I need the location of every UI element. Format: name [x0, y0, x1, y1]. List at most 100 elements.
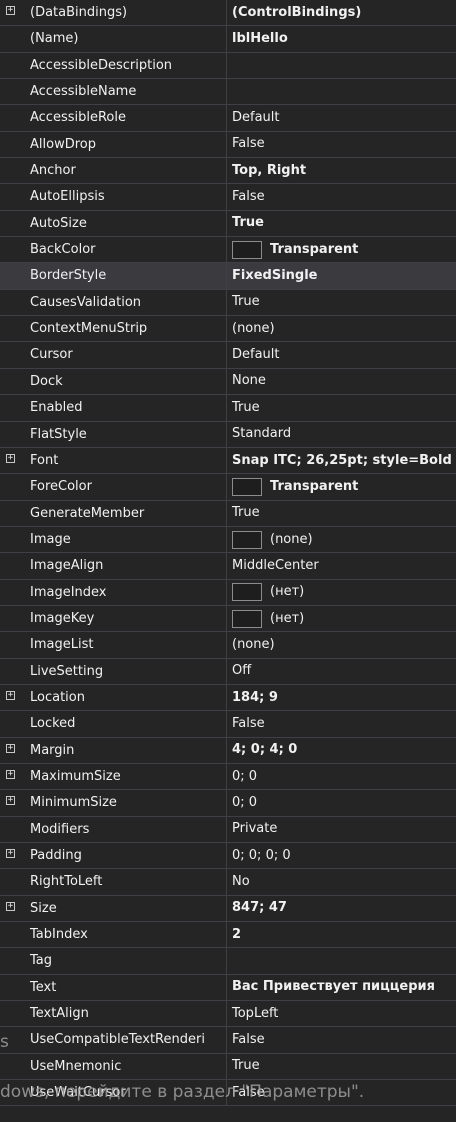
property-value[interactable]: (ControlBindings) [227, 0, 456, 25]
property-row-imagekey[interactable]: ImageKey (нет) [0, 605, 456, 633]
property-row-accessiblerole[interactable]: AccessibleRole Default [0, 105, 456, 132]
property-row-maximumsize[interactable]: + MaximumSize 0; 0 [0, 763, 456, 791]
property-value[interactable]: False [227, 184, 456, 209]
property-row-livesetting[interactable]: LiveSetting Off [0, 658, 456, 685]
expand-plus-icon[interactable]: + [6, 6, 15, 15]
property-value[interactable]: Default [227, 105, 456, 130]
property-row-anchor[interactable]: Anchor Top, Right [0, 158, 456, 185]
property-row-borderstyle[interactable]: BorderStyle FixedSingle [0, 263, 456, 290]
property-value[interactable]: False [227, 132, 456, 157]
property-row-tabindex[interactable]: TabIndex 2 [0, 922, 456, 949]
property-row-forecolor[interactable]: ForeColor Transparent [0, 474, 456, 501]
color-swatch-icon [232, 240, 262, 259]
property-value[interactable]: 4; 0; 4; 0 [227, 738, 456, 763]
property-row-margin[interactable]: + Margin 4; 0; 4; 0 [0, 737, 456, 764]
property-row-usecompatibletextrenderi[interactable]: UseCompatibleTextRenderi False [0, 1027, 456, 1054]
property-row-size[interactable]: + Size 847; 47 [0, 895, 456, 923]
property-row-contextmenustrip[interactable]: ContextMenuStrip (none) [0, 316, 456, 343]
property-row-accessiblename[interactable]: AccessibleName [0, 79, 456, 106]
expand-plus-icon[interactable]: + [6, 849, 15, 858]
property-row-font[interactable]: + Font Snap ITC; 26,25pt; style=Bold [0, 447, 456, 475]
property-row-backcolor[interactable]: BackColor Transparent [0, 237, 456, 264]
property-value[interactable]: Transparent [227, 474, 456, 499]
property-value[interactable]: Off [227, 659, 456, 684]
property-row-image[interactable]: Image (none) [0, 526, 456, 554]
property-row-imageindex[interactable]: ImageIndex (нет) [0, 579, 456, 606]
property-value[interactable]: TopLeft [227, 1001, 456, 1026]
expand-plus-icon[interactable]: + [6, 690, 15, 700]
property-value[interactable]: 2 [227, 922, 456, 947]
property-row-padding[interactable]: + Padding 0; 0; 0; 0 [0, 843, 456, 870]
property-value[interactable]: 184; 9 [227, 685, 456, 710]
property-value[interactable]: None [227, 369, 456, 394]
expand-plus-icon[interactable]: + [6, 796, 15, 806]
property-name: AccessibleDescription [24, 52, 227, 79]
property-value[interactable]: (нет) [227, 580, 456, 605]
expand-plus-icon[interactable]: + [6, 453, 15, 463]
property-name: Locked [24, 711, 227, 737]
property-value[interactable]: 0; 0 [227, 764, 456, 789]
property-value[interactable]: Private [227, 817, 456, 842]
property-value[interactable]: 847; 47 [227, 896, 456, 921]
expand-plus-icon[interactable]: + [6, 769, 15, 779]
property-row-generatemember[interactable]: GenerateMember True [0, 500, 456, 527]
property-row-location[interactable]: + Location 184; 9 [0, 684, 456, 712]
property-value[interactable]: Snap ITC; 26,25pt; style=Bold [227, 448, 456, 473]
property-row-usewaitcursor[interactable]: UseWaitCursor False [0, 1080, 456, 1107]
property-value[interactable]: No [227, 869, 456, 894]
property-row-locked[interactable]: Locked False [0, 711, 456, 738]
property-row-allowdrop[interactable]: AllowDrop False [0, 131, 456, 159]
property-row-tag[interactable]: Tag [0, 948, 456, 975]
property-value[interactable]: Transparent [227, 237, 456, 262]
property-row-imagelist[interactable]: ImageList (none) [0, 632, 456, 659]
property-value[interactable]: Top, Right [227, 158, 456, 183]
property-value[interactable]: True [227, 290, 456, 315]
property-value[interactable]: True [227, 501, 456, 526]
property-value[interactable]: Default [227, 342, 456, 367]
property-row-text[interactable]: Text Вас Привествует пиццерия [0, 974, 456, 1002]
expand-plus-icon[interactable]: + [6, 743, 15, 753]
property-value[interactable]: MiddleCenter [227, 553, 456, 578]
row-gutter [0, 474, 24, 499]
property-value[interactable]: False [227, 1080, 456, 1105]
property-value[interactable]: (none) [227, 527, 456, 552]
property-row-autoellipsis[interactable]: AutoEllipsis False [0, 184, 456, 211]
property-row-cursor[interactable]: Cursor Default [0, 342, 456, 369]
expand-plus-icon[interactable]: + [6, 901, 15, 911]
property-row-databindings[interactable]: + (DataBindings) (ControlBindings) [0, 0, 456, 27]
property-value[interactable]: False [227, 711, 456, 736]
property-value[interactable]: False [227, 1027, 456, 1052]
property-value[interactable]: (none) [227, 316, 456, 341]
property-value-text: lblHello [232, 31, 288, 47]
property-row-causesvalidation[interactable]: CausesValidation True [0, 289, 456, 317]
property-row-enabled[interactable]: Enabled True [0, 395, 456, 422]
property-value[interactable]: Standard [227, 422, 456, 447]
property-row-righttoleft[interactable]: RightToLeft No [0, 869, 456, 896]
property-value[interactable] [227, 948, 456, 973]
property-value[interactable]: True [227, 395, 456, 420]
property-row-modifiers[interactable]: Modifiers Private [0, 816, 456, 843]
property-value[interactable] [227, 53, 456, 78]
property-row-minimumsize[interactable]: + MinimumSize 0; 0 [0, 790, 456, 817]
property-value-text: Snap ITC; 26,25pt; style=Bold [232, 452, 452, 468]
property-value-text: (none) [232, 636, 275, 652]
property-value[interactable]: Вас Привествует пиццерия [227, 975, 456, 1000]
property-value[interactable]: True [227, 211, 456, 236]
property-value[interactable]: 0; 0 [227, 790, 456, 815]
property-row-imagealign[interactable]: ImageAlign MiddleCenter [0, 553, 456, 580]
property-row-textalign[interactable]: TextAlign TopLeft [0, 1001, 456, 1028]
property-row-autosize[interactable]: AutoSize True [0, 210, 456, 238]
property-row-usemnemonic[interactable]: UseMnemonic True [0, 1053, 456, 1081]
property-value[interactable]: (нет) [227, 606, 456, 631]
property-row-flatstyle[interactable]: FlatStyle Standard [0, 421, 456, 448]
property-value[interactable]: lblHello [227, 26, 456, 51]
property-row-name[interactable]: (Name) lblHello [0, 26, 456, 53]
property-value[interactable]: FixedSingle [227, 263, 456, 288]
property-name: AutoEllipsis [24, 184, 227, 210]
property-row-dock[interactable]: Dock None [0, 368, 456, 396]
property-value[interactable]: True [227, 1054, 456, 1079]
property-row-accessibledescription[interactable]: AccessibleDescription [0, 52, 456, 80]
property-value[interactable] [227, 79, 456, 104]
property-value[interactable]: (none) [227, 632, 456, 657]
property-value[interactable]: 0; 0; 0; 0 [227, 843, 456, 868]
